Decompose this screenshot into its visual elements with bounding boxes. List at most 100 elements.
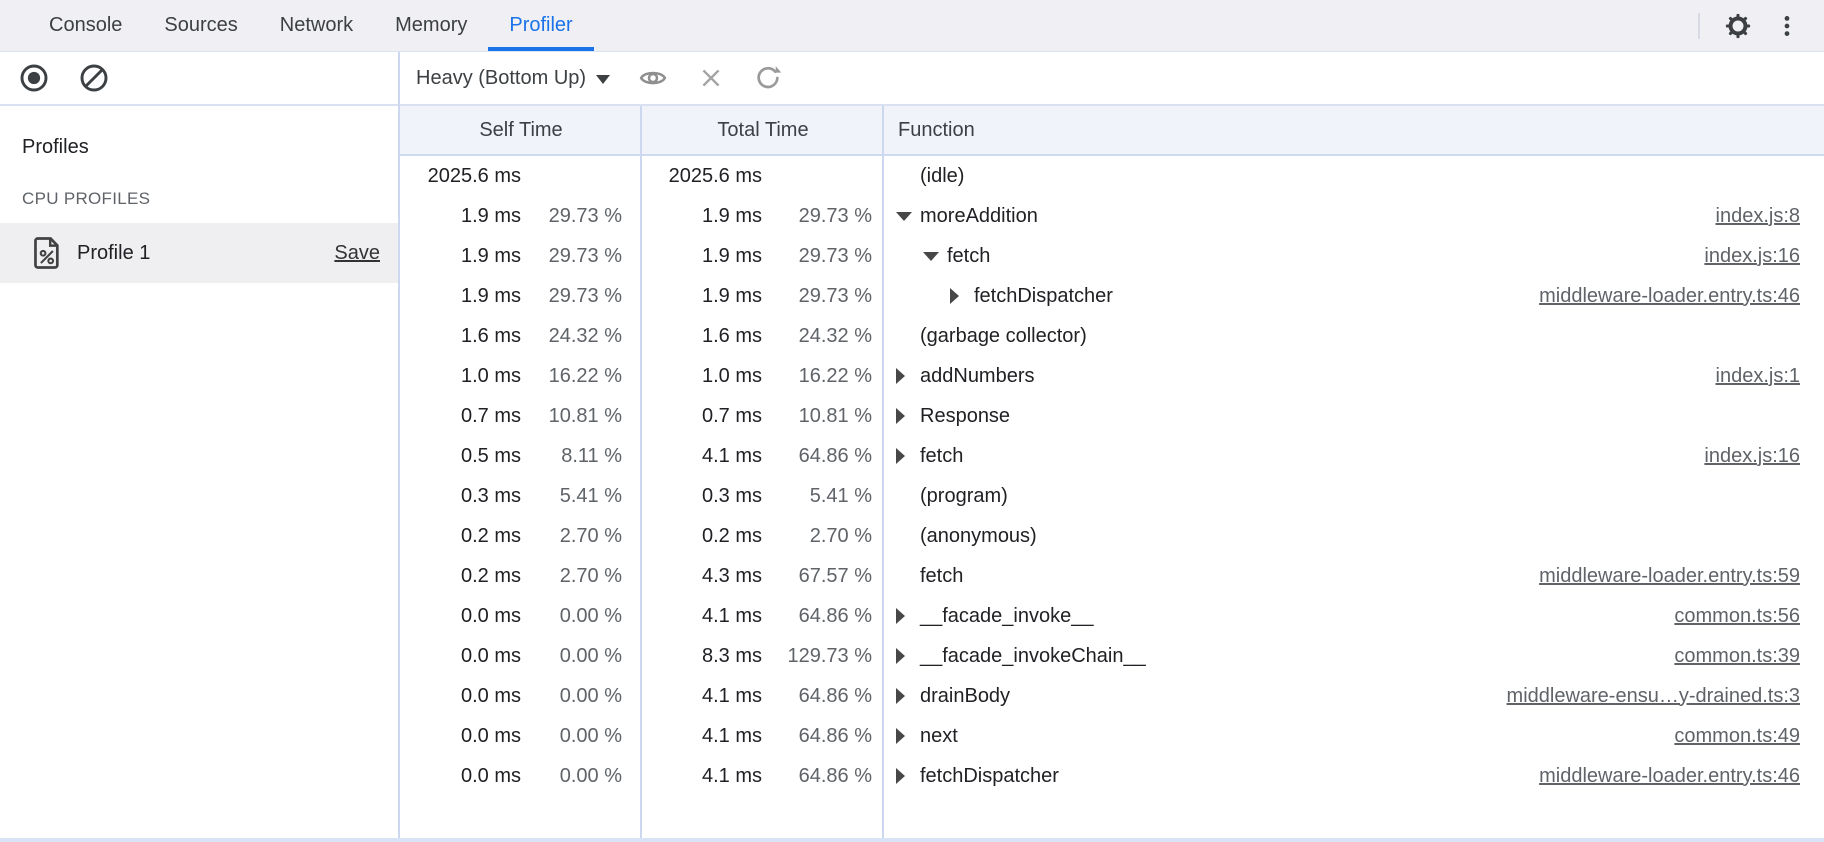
table-row[interactable]: 1.0 ms 16.22 % 1.0 ms 16.22 % addNumbers…	[400, 356, 1824, 396]
table-body: 2025.6 ms 2025.6 ms (idle) 1.9 ms 29.73 …	[400, 156, 1824, 838]
profile-list-item[interactable]: Profile 1 Save	[0, 223, 398, 283]
tree-toggle[interactable]	[896, 768, 920, 784]
self-time-percent: 5.41 %	[521, 485, 632, 508]
column-header-self-time[interactable]: Self Time	[400, 119, 642, 142]
self-time-cell: 0.0 ms 0.00 %	[400, 605, 642, 628]
self-time-cell: 1.9 ms 29.73 %	[400, 285, 642, 308]
clear-profiles-button[interactable]	[76, 60, 112, 96]
self-time-percent: 0.00 %	[521, 765, 632, 788]
total-time-ms: 1.0 ms	[642, 365, 762, 388]
self-time-cell: 0.2 ms 2.70 %	[400, 525, 642, 548]
tree-arrow-icon	[896, 212, 912, 221]
tab-sources[interactable]: Sources	[143, 0, 258, 51]
source-location-link[interactable]: middleware-loader.entry.ts:59	[1519, 565, 1800, 588]
restore-all-functions-button[interactable]	[752, 62, 784, 94]
source-location-link[interactable]: index.js:16	[1684, 445, 1800, 468]
self-time-percent: 2.70 %	[521, 565, 632, 588]
table-row[interactable]: 1.9 ms 29.73 % 1.9 ms 29.73 % fetch inde…	[400, 236, 1824, 276]
table-row[interactable]: 0.5 ms 8.11 % 4.1 ms 64.86 % fetch index…	[400, 436, 1824, 476]
tab-memory[interactable]: Memory	[374, 0, 488, 51]
total-time-ms: 2025.6 ms	[642, 165, 762, 188]
tree-arrow-icon	[896, 768, 905, 784]
tree-toggle[interactable]	[896, 648, 920, 664]
tree-toggle[interactable]	[896, 728, 920, 744]
source-location-link[interactable]: index.js:8	[1696, 205, 1801, 228]
tree-toggle[interactable]	[896, 688, 920, 704]
total-time-percent: 10.81 %	[762, 405, 874, 428]
table-header: Self Time Total Time Function	[400, 106, 1824, 156]
total-time-cell: 1.9 ms 29.73 %	[642, 245, 884, 268]
tree-arrow-icon	[896, 368, 905, 384]
tree-toggle[interactable]	[896, 408, 920, 424]
column-divider[interactable]	[640, 106, 642, 838]
source-location-link[interactable]: common.ts:49	[1654, 725, 1800, 748]
panel-content: Profiles CPU PROFILES Profile 1 Save	[0, 52, 1824, 838]
column-divider[interactable]	[882, 106, 884, 838]
tree-toggle[interactable]	[896, 608, 920, 624]
table-row[interactable]: 1.9 ms 29.73 % 1.9 ms 29.73 % fetchDispa…	[400, 276, 1824, 316]
function-cell: (idle)	[884, 165, 1824, 188]
source-location-link[interactable]: index.js:16	[1684, 245, 1800, 268]
tree-toggle[interactable]	[950, 288, 974, 304]
total-time-cell: 0.2 ms 2.70 %	[642, 525, 884, 548]
total-time-cell: 0.7 ms 10.81 %	[642, 405, 884, 428]
table-row[interactable]: 0.0 ms 0.00 % 4.1 ms 64.86 % __facade_in…	[400, 596, 1824, 636]
tree-indent	[896, 256, 923, 257]
exclude-function-button[interactable]	[696, 63, 726, 93]
tree-toggle[interactable]	[896, 212, 920, 221]
total-time-ms: 4.1 ms	[642, 725, 762, 748]
source-location-link[interactable]: middleware-loader.entry.ts:46	[1519, 765, 1800, 788]
total-time-ms: 8.3 ms	[642, 645, 762, 668]
self-time-percent: 16.22 %	[521, 365, 632, 388]
tree-arrow-icon	[950, 288, 959, 304]
source-location-link[interactable]: middleware-ensu…y-drained.ts:3	[1487, 685, 1800, 708]
total-time-percent: 29.73 %	[762, 245, 874, 268]
source-location-link[interactable]: common.ts:56	[1654, 605, 1800, 628]
table-row[interactable]: 0.0 ms 0.00 % 4.1 ms 64.86 % drainBody m…	[400, 676, 1824, 716]
self-time-ms: 0.0 ms	[400, 765, 521, 788]
function-cell: fetch index.js:16	[884, 245, 1824, 268]
function-name: (garbage collector)	[920, 325, 1087, 348]
total-time-percent: 64.86 %	[762, 725, 874, 748]
table-row[interactable]: 0.3 ms 5.41 % 0.3 ms 5.41 % (program)	[400, 476, 1824, 516]
table-row[interactable]: 0.0 ms 0.00 % 4.1 ms 64.86 % next common…	[400, 716, 1824, 756]
tab-profiler[interactable]: Profiler	[488, 0, 593, 51]
source-location-link[interactable]: index.js:1	[1696, 365, 1801, 388]
source-location-link[interactable]: common.ts:39	[1654, 645, 1800, 668]
tab-label: Network	[280, 14, 353, 37]
table-row[interactable]: 0.0 ms 0.00 % 8.3 ms 129.73 % __facade_i…	[400, 636, 1824, 676]
total-time-cell: 4.1 ms 64.86 %	[642, 765, 884, 788]
focus-function-button[interactable]	[636, 61, 670, 95]
source-location-link[interactable]: middleware-loader.entry.ts:46	[1519, 285, 1800, 308]
tab-network[interactable]: Network	[259, 0, 374, 51]
column-header-function[interactable]: Function	[884, 119, 1824, 142]
total-time-cell: 1.0 ms 16.22 %	[642, 365, 884, 388]
more-options-kebab-icon[interactable]	[1772, 11, 1802, 41]
table-row[interactable]: 2025.6 ms 2025.6 ms (idle)	[400, 156, 1824, 196]
settings-gear-icon[interactable]	[1722, 10, 1754, 42]
column-header-total-time[interactable]: Total Time	[642, 119, 884, 142]
self-time-cell: 2025.6 ms	[400, 165, 642, 188]
table-row[interactable]: 1.9 ms 29.73 % 1.9 ms 29.73 % moreAdditi…	[400, 196, 1824, 236]
self-time-ms: 0.0 ms	[400, 725, 521, 748]
table-row[interactable]: 1.6 ms 24.32 % 1.6 ms 24.32 % (garbage c…	[400, 316, 1824, 356]
table-row[interactable]: 0.7 ms 10.81 % 0.7 ms 10.81 % Response	[400, 396, 1824, 436]
total-time-cell: 4.1 ms 64.86 %	[642, 445, 884, 468]
profile-view-select[interactable]: Heavy (Bottom Up)	[416, 67, 610, 90]
table-row[interactable]: 0.0 ms 0.00 % 4.1 ms 64.86 % fetchDispat…	[400, 756, 1824, 796]
table-row[interactable]: 0.2 ms 2.70 % 4.3 ms 67.57 % fetch middl…	[400, 556, 1824, 596]
gear-icon	[1724, 12, 1752, 40]
function-name: (idle)	[920, 165, 964, 188]
function-name: __facade_invoke__	[920, 605, 1093, 628]
tree-toggle[interactable]	[896, 448, 920, 464]
refresh-icon	[754, 64, 782, 92]
save-profile-link[interactable]: Save	[334, 242, 380, 265]
self-time-cell: 0.7 ms 10.81 %	[400, 405, 642, 428]
tab-console[interactable]: Console	[28, 0, 143, 51]
tree-toggle[interactable]	[896, 368, 920, 384]
record-profile-button[interactable]	[16, 60, 52, 96]
table-row[interactable]: 0.2 ms 2.70 % 0.2 ms 2.70 % (anonymous)	[400, 516, 1824, 556]
function-name: fetch	[920, 445, 963, 468]
self-time-percent: 2.70 %	[521, 525, 632, 548]
tree-toggle[interactable]	[923, 252, 947, 261]
